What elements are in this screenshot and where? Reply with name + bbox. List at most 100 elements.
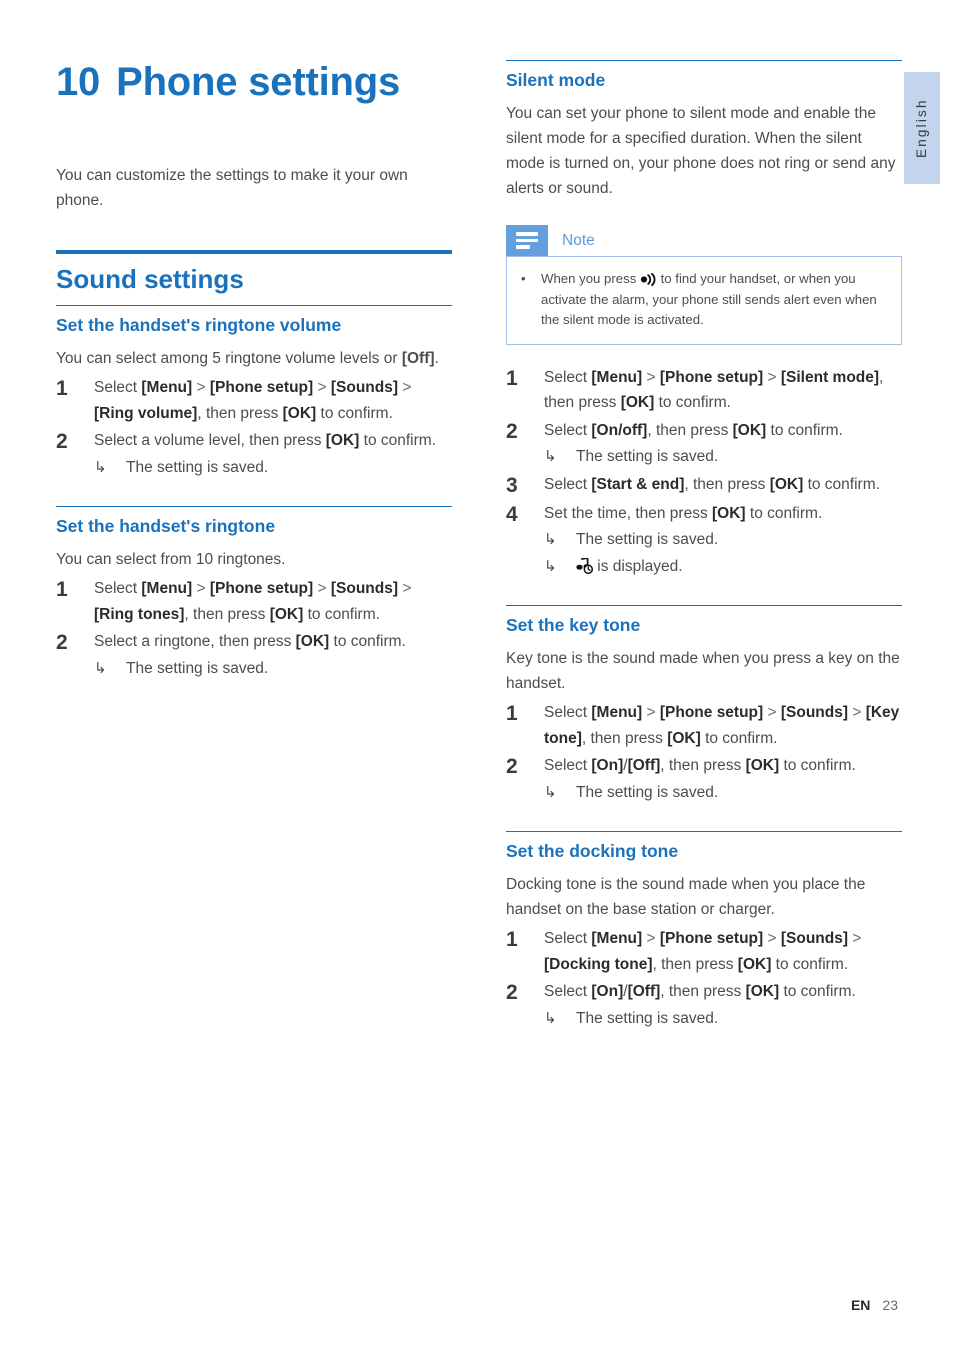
step-separator: >	[192, 379, 210, 396]
step-text: to confirm.	[329, 633, 406, 650]
step-instruction: Select [Start & end], then press [OK] to…	[544, 472, 902, 498]
step-menu-token: [OK]	[295, 633, 330, 650]
step-menu-token: [Sounds]	[780, 930, 849, 947]
step-text: Select	[94, 580, 142, 597]
note-title: Note	[562, 232, 595, 249]
step-text: Select	[544, 368, 592, 386]
silent-timer-icon	[576, 557, 593, 574]
step-list: 1 Select [Menu] > [Phone setup] > [Sounds…	[56, 375, 452, 480]
step-menu-token: [Menu]	[591, 930, 643, 947]
subsection: Set the handset's ringtone volume You can…	[56, 305, 452, 480]
step-item: 1 Select [Menu] > [Phone setup] > [Silent…	[506, 365, 902, 416]
footer-page-number: 23	[882, 1297, 898, 1313]
step-list: 1 Select [Menu] > [Phone setup] > [Sounds…	[506, 926, 902, 1031]
language-tab-label: English	[914, 98, 929, 158]
section-divider	[506, 605, 902, 606]
step-instruction: Select [Menu] > [Phone setup] > [Sounds]…	[544, 700, 902, 751]
section-divider	[506, 60, 902, 61]
step-body: Select [On]/[Off], then press [OK] to co…	[544, 753, 902, 805]
step-body: Select [Menu] > [Phone setup] > [Sounds]…	[94, 576, 452, 627]
step-instruction: Select a volume level, then press [OK] t…	[94, 428, 452, 454]
step-menu-token: [Menu]	[141, 379, 193, 396]
step-separator: >	[398, 379, 412, 396]
result-arrow-icon: ↳	[94, 659, 107, 677]
step-instruction: Select [Menu] > [Phone setup] > [Sounds]…	[544, 926, 902, 977]
result-arrow-icon: ↳	[544, 557, 557, 575]
step-menu-token: [Sounds]	[330, 580, 399, 597]
step-text: to confirm.	[359, 432, 437, 449]
intro-text: You can select among 5 ringtone volume l…	[56, 350, 402, 367]
subsection-heading: Set the key tone	[506, 615, 641, 635]
step-number: 1	[56, 578, 68, 601]
paging-icon	[640, 273, 656, 286]
section-divider	[56, 305, 452, 306]
language-tab: English	[904, 72, 940, 184]
step-number: 1	[506, 928, 518, 951]
result-arrow-icon: ↳	[544, 1009, 557, 1027]
step-item: 1 Select [Menu] > [Phone setup] > [Sounds…	[56, 375, 452, 426]
step-separator: >	[642, 704, 660, 721]
step-instruction: Select [On]/[Off], then press [OK] to co…	[544, 753, 902, 779]
step-text: Select a ringtone, then press	[94, 633, 296, 650]
step-menu-token: [OK]	[325, 432, 360, 449]
step-result: ↳ The setting is saved.	[94, 455, 452, 481]
step-instruction: Set the time, then press [OK] to confirm…	[544, 501, 902, 527]
step-item: 4 Set the time, then press [OK] to confir…	[506, 501, 902, 580]
step-text: to confirm.	[779, 983, 856, 1000]
step-text: Select	[544, 757, 592, 774]
note-bullet-item: • When you press to find your handset, or…	[521, 269, 887, 331]
step-text: to confirm.	[779, 757, 856, 774]
step-number: 4	[506, 502, 518, 526]
step-result: ↳ The setting is saved.	[544, 527, 902, 553]
subsection-intro: Key tone is the sound made when you pres…	[506, 646, 902, 696]
step-text: Set the time, then press	[544, 504, 713, 522]
step-menu-token: [On]	[591, 983, 624, 1000]
step-body: Select [Menu] > [Phone setup] > [Silent …	[544, 365, 902, 416]
step-menu-token: [Menu]	[591, 368, 643, 386]
step-menu-token: [On/off]	[591, 421, 648, 439]
note-callout: Note • When you press to find your handset…	[506, 225, 902, 345]
step-body: Select [Start & end], then press [OK] to…	[544, 472, 902, 499]
step-menu-token: [Off]	[627, 983, 661, 1000]
step-number: 2	[506, 419, 518, 443]
step-menu-token: [OK]	[737, 955, 772, 973]
step-menu-token: [OK]	[620, 394, 655, 411]
intro-text: Key tone is the sound made when you pres…	[506, 650, 900, 692]
step-item: 1 Select [Menu] > [Phone setup] > [Sounds…	[506, 700, 902, 751]
step-result: ↳ The setting is saved.	[544, 780, 902, 806]
step-number: 1	[506, 702, 518, 725]
step-text: , then press	[652, 955, 738, 973]
step-text: , then press	[660, 757, 746, 774]
subsection: Set the key tone Key tone is the sound ma…	[506, 605, 902, 805]
step-menu-token: [Sounds]	[330, 379, 399, 396]
step-text: , then press	[684, 475, 770, 493]
step-number: 2	[506, 755, 518, 778]
step-result: ↳ is displayed.	[544, 554, 902, 580]
page-title: 10 Phone settings	[56, 60, 400, 105]
step-separator: >	[848, 930, 862, 947]
step-menu-token: [Phone setup]	[209, 580, 314, 597]
step-menu-token: [Menu]	[141, 580, 193, 597]
step-list: 1 Select [Menu] > [Phone setup] > [Sounds…	[506, 700, 902, 805]
section-divider	[506, 831, 902, 832]
step-body: Select [On]/[Off], then press [OK] to co…	[544, 979, 902, 1031]
step-text: to confirm.	[803, 475, 880, 493]
step-number: 2	[56, 430, 68, 453]
step-menu-token: [Off]	[627, 757, 661, 774]
step-body: Select [On/off], then press [OK] to conf…	[544, 418, 902, 470]
chapter-title: Phone settings	[116, 60, 400, 104]
step-text: Select	[544, 930, 592, 947]
step-body: Set the time, then press [OK] to confirm…	[544, 501, 902, 580]
step-menu-token: [Phone setup]	[659, 704, 764, 721]
step-menu-token: [OK]	[282, 404, 317, 422]
subsection: Silent mode You can set your phone to sil…	[506, 60, 902, 579]
step-instruction: Select [On/off], then press [OK] to conf…	[544, 418, 902, 444]
step-item: 2 Select a ringtone, then press [OK] to c…	[56, 629, 452, 681]
intro-menu-token: [Off]	[401, 350, 435, 367]
step-text: , then press	[647, 421, 733, 439]
step-menu-token: [Phone setup]	[659, 930, 764, 947]
subsection-heading: Set the handset's ringtone	[56, 516, 276, 536]
step-separator: >	[313, 580, 331, 597]
step-menu-token: [Phone setup]	[659, 368, 764, 386]
step-separator: >	[642, 368, 660, 386]
